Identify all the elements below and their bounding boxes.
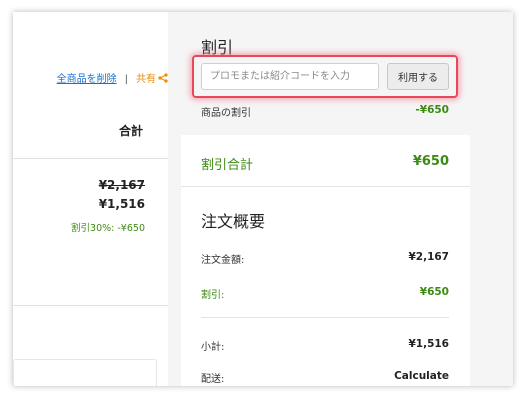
discount-section: 割引 利用する 商品の割引 -¥650: [181, 12, 470, 135]
apply-code-button[interactable]: 利用する: [387, 63, 449, 90]
share-label: 共有: [136, 74, 156, 85]
item-original-price: ¥2,167: [98, 178, 145, 192]
cart-actions: 全商品を削除 | 共有: [18, 70, 168, 86]
total-column-header: 合計: [118, 124, 143, 138]
product-discount-value: -¥650: [415, 104, 449, 116]
item-price: ¥1,516: [98, 197, 145, 211]
summary-discount-value: ¥650: [419, 286, 449, 298]
promo-code-input[interactable]: [201, 63, 379, 90]
delete-all-link[interactable]: 全商品を削除: [57, 74, 117, 85]
summary-discount-label: 割引:: [201, 290, 225, 301]
product-discount-label: 商品の割引: [201, 108, 251, 119]
column-gap: [168, 12, 181, 386]
actions-separator: |: [124, 74, 128, 85]
shipping-label: 配送:: [201, 374, 225, 385]
cart-panel: 全商品を削除 | 共有 合計 ¥2,167 ¥1,516 割引30%: -¥650: [13, 12, 168, 386]
discount-total-value: ¥650: [412, 154, 449, 169]
share-icon: [158, 73, 168, 83]
discount-title: 割引: [201, 38, 234, 57]
discount-total-divider: [181, 186, 470, 187]
order-summary-panel: 割引 利用する 商品の割引 -¥650 割引合計 ¥650 注文概要 注文金額:…: [181, 12, 470, 386]
next-cart-card: [13, 359, 157, 386]
summary-divider: [201, 317, 449, 318]
page-frame: 全商品を削除 | 共有 合計 ¥2,167 ¥1,516 割引30%: -¥650 …: [13, 12, 513, 386]
cart-item-divider: [13, 305, 168, 306]
share-link[interactable]: 共有: [136, 73, 168, 85]
order-amount-value: ¥2,167: [408, 251, 449, 263]
cart-header-divider: [13, 158, 168, 159]
item-discount-note: 割引30%: -¥650: [71, 223, 145, 234]
shipping-calculate-link[interactable]: Calculate: [394, 370, 449, 382]
order-summary-title: 注文概要: [201, 212, 266, 231]
discount-total-label: 割引合計: [201, 158, 254, 173]
subtotal-value: ¥1,516: [408, 338, 449, 350]
page-background-right: [470, 12, 513, 386]
subtotal-label: 小計:: [201, 342, 225, 353]
order-amount-label: 注文金額:: [201, 255, 245, 266]
